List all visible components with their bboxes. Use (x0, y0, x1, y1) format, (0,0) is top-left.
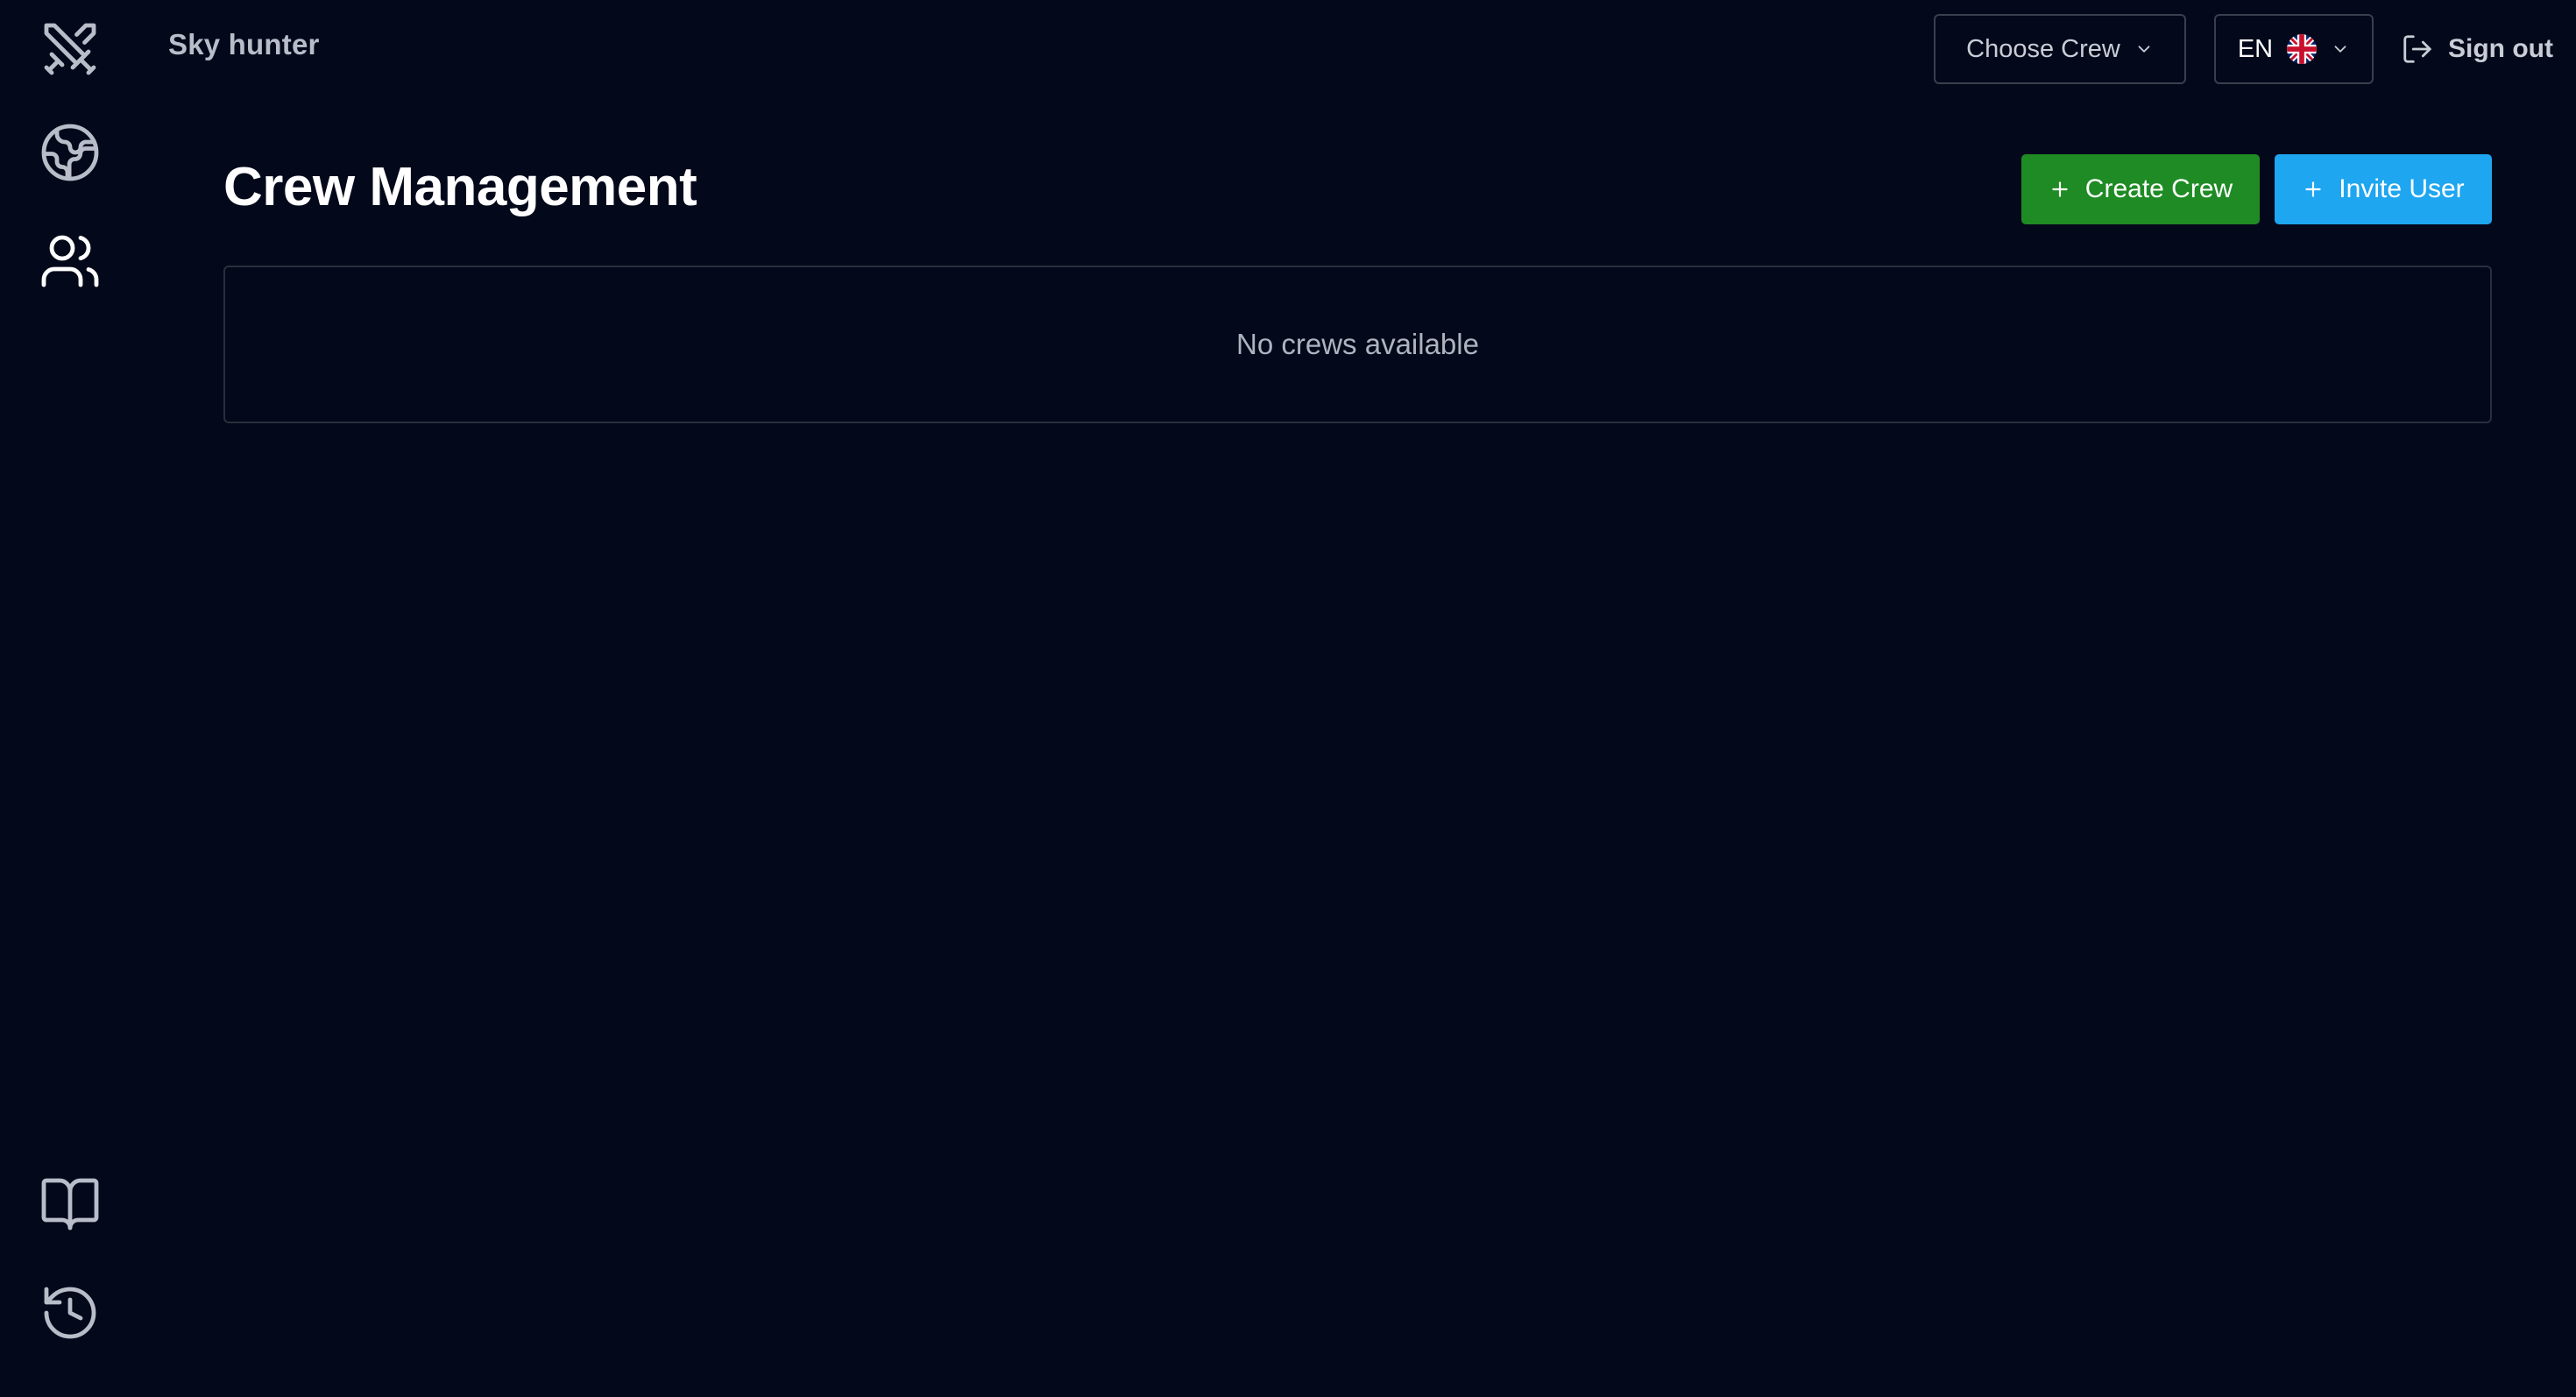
app-title: Sky hunter (168, 28, 320, 60)
invite-user-button[interactable]: Invite User (2275, 154, 2492, 224)
sidebar-item-crew[interactable] (33, 224, 107, 298)
sidebar-item-map[interactable] (33, 116, 107, 189)
sidebar-item-history[interactable] (33, 1276, 107, 1350)
users-icon (41, 235, 99, 287)
sign-out-button[interactable]: Sign out (2401, 26, 2553, 72)
plus-icon (2305, 181, 2321, 197)
sidebar (0, 0, 140, 1397)
crew-list-panel: No crews available (223, 266, 2492, 423)
history-icon (44, 1287, 96, 1339)
log-out-icon (2403, 35, 2431, 63)
globe-icon (41, 124, 99, 181)
plus-icon (2052, 181, 2068, 197)
crew-select-label: Choose Crew (1966, 34, 2120, 63)
empty-state-message: No crews available (1236, 328, 1479, 360)
create-crew-button[interactable]: Create Crew (2021, 154, 2260, 224)
language-select[interactable]: EN (2214, 14, 2374, 84)
crew-select[interactable]: Choose Crew (1934, 14, 2186, 84)
sign-out-label: Sign out (2448, 34, 2553, 63)
sidebar-item-home[interactable] (33, 12, 107, 86)
chevron-down-icon (2138, 46, 2150, 53)
chevron-down-icon (2334, 46, 2346, 53)
book-icon (41, 1178, 99, 1230)
crossed-swords-icon (44, 23, 96, 75)
uk-flag-icon (2287, 34, 2318, 64)
app-root: Sky hunter Choose Crew EN Sign out Crew … (0, 0, 2576, 1397)
invite-user-label: Invite User (2339, 174, 2465, 203)
language-select-label: EN (2237, 34, 2274, 63)
sidebar-item-docs[interactable] (33, 1167, 107, 1241)
create-crew-label: Create Crew (2084, 174, 2233, 203)
page-title: Crew Management (223, 157, 697, 217)
